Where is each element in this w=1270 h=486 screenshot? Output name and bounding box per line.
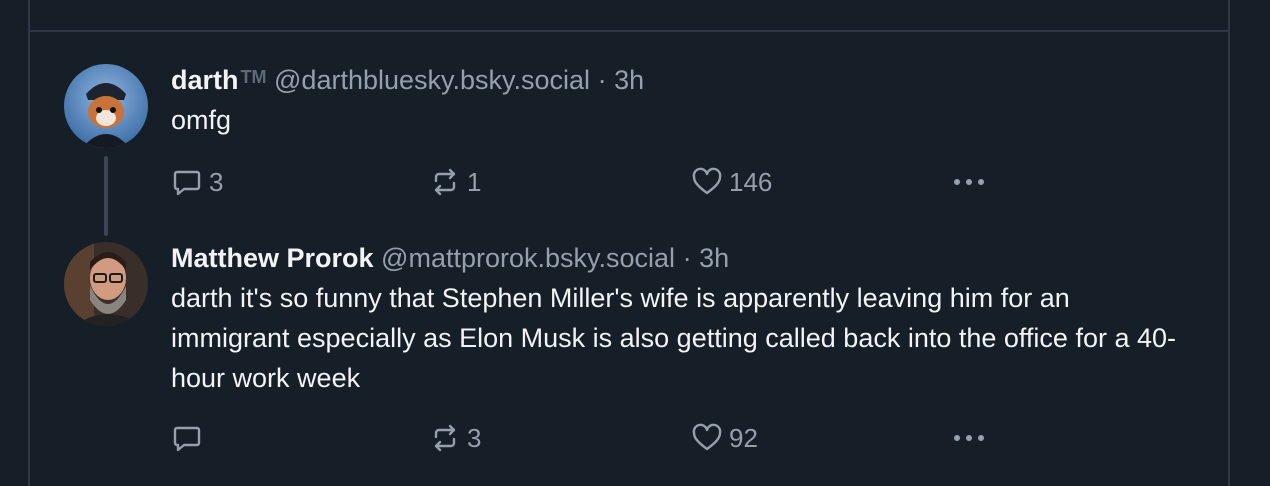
repost-icon (434, 424, 456, 452)
display-name[interactable]: darth (171, 65, 239, 95)
post-actions: 3 92 (171, 418, 991, 458)
like-button[interactable]: 92 (691, 418, 758, 458)
avatar-matthew-image (64, 242, 148, 326)
heart-icon (692, 423, 722, 451)
post-header: Matthew Prorok @mattprorok.bsky.social ·… (171, 240, 1208, 276)
more-options-icon (954, 179, 984, 185)
post-divider (30, 30, 1228, 32)
timestamp[interactable]: 3h (614, 65, 644, 95)
repost-icon (434, 168, 456, 196)
like-count: 92 (729, 422, 758, 453)
reply-button[interactable]: 3 (171, 162, 223, 202)
reply-button[interactable] (171, 418, 209, 458)
repost-count: 3 (467, 422, 482, 453)
timestamp[interactable]: 3h (699, 243, 729, 273)
separator: · (597, 65, 607, 95)
avatar[interactable] (64, 242, 148, 326)
reply-icon (173, 170, 201, 196)
more-options-icon (954, 435, 984, 441)
reply-icon (173, 426, 201, 452)
post-text: omfg (171, 105, 232, 135)
like-button[interactable]: 146 (691, 162, 772, 202)
post-text: darth it's so funny that Stephen Miller'… (171, 283, 1176, 393)
post-actions: 3 1 146 (171, 162, 991, 202)
avatar[interactable] (64, 64, 148, 148)
heart-icon (692, 167, 722, 195)
display-name[interactable]: Matthew Prorok (171, 243, 374, 273)
like-count: 146 (729, 166, 773, 197)
trademark-badge: TM (240, 67, 267, 87)
repost-count: 1 (467, 166, 482, 197)
user-handle[interactable]: @darthbluesky.bsky.social (274, 65, 590, 95)
feed-column: darth TM @darthbluesky.bsky.social · 3h o… (28, 0, 1230, 486)
post-header: darth TM @darthbluesky.bsky.social · 3h (171, 62, 1208, 98)
more-options-button[interactable] (949, 418, 989, 458)
thread-connector-line (104, 156, 108, 236)
user-handle[interactable]: @mattprorok.bsky.social (381, 243, 675, 273)
more-options-button[interactable] (949, 162, 989, 202)
separator: · (682, 243, 692, 273)
reply-count: 3 (209, 166, 224, 197)
repost-button[interactable]: 3 (429, 418, 481, 458)
avatar-darth-image (64, 64, 148, 148)
repost-button[interactable]: 1 (429, 162, 481, 202)
